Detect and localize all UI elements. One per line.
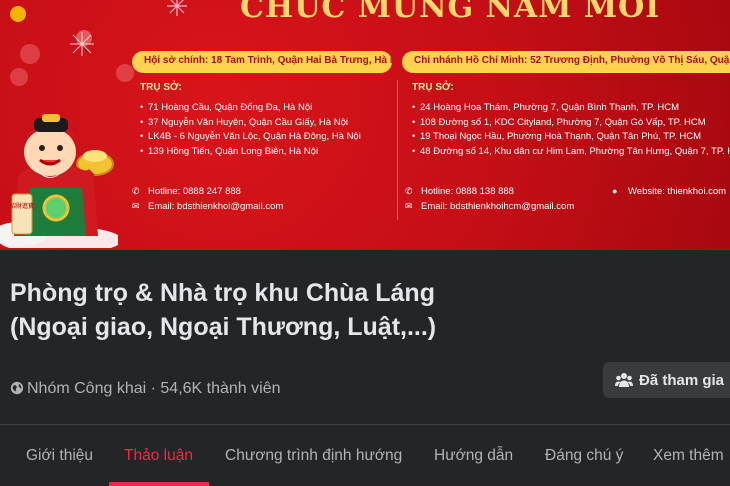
hcm-hotline: ✆ Hotline: 0888 138 888 bbox=[405, 186, 514, 197]
tab-guides-program[interactable]: Chương trình định hướng bbox=[225, 447, 402, 465]
active-tab-indicator bbox=[109, 482, 209, 486]
office-address: 19 Thoại Ngọc Hầu, Phường Hoà Thạnh, Quậ… bbox=[412, 130, 730, 145]
office-address: 139 Hồng Tiến, Quận Long Biên, Hà Nội bbox=[140, 145, 390, 160]
email-text: Email: bdsthienkhoihcm@gmail.com bbox=[421, 201, 575, 212]
tab-discussion[interactable]: Thảo luận bbox=[124, 447, 193, 465]
group-meta: Nhóm Công khai · 54,6K thành viên bbox=[10, 380, 280, 398]
firework-icon bbox=[70, 32, 94, 56]
joined-label: Đã tham gia bbox=[639, 371, 725, 389]
office-address: 24 Hoàng Hoa Thám, Phường 7, Quận Bình T… bbox=[412, 101, 730, 116]
phone-icon: ✆ bbox=[132, 186, 140, 196]
group-tabs: Giới thiệu Thảo luận Chương trình định h… bbox=[0, 425, 730, 486]
hcm-address-pill: Chi nhánh Hồ Chí Minh: 52 Trương Định, P… bbox=[402, 51, 730, 73]
email-text: Email: bdsthienkhoi@gmail.com bbox=[148, 201, 284, 212]
website-text: Website: thienkhoi.com bbox=[628, 186, 727, 197]
hotline-text: Hotline: 0888 138 888 bbox=[421, 186, 514, 197]
office-address: 71 Hoàng Cầu, Quận Đống Đa, Hà Nội bbox=[140, 101, 390, 116]
globe-icon bbox=[10, 381, 24, 395]
firework-icon bbox=[167, 0, 187, 16]
cover-greeting: CHÚC MỪNG NĂM MỚI bbox=[240, 0, 661, 25]
office-address: 37 Nguyễn Văn Huyên, Quận Cầu Giấy, Hà N… bbox=[140, 116, 390, 131]
envelope-icon: ✉ bbox=[132, 201, 140, 211]
tab-featured[interactable]: Đáng chú ý bbox=[545, 447, 623, 465]
group-name: Phòng trọ & Nhà trọ khu Chùa Láng (Ngoại… bbox=[10, 279, 437, 341]
members-icon bbox=[615, 373, 633, 387]
hcm-offices: TRỤ SỞ: 24 Hoàng Hoa Thám, Phường 7, Quậ… bbox=[412, 82, 730, 159]
office-address: LK4B - 6 Nguyễn Văn Lộc, Quận Hà Đông, H… bbox=[140, 130, 390, 145]
hcm-email: ✉ Email: bdsthienkhoihcm@gmail.com bbox=[405, 201, 574, 212]
tab-guides[interactable]: Hướng dẫn bbox=[434, 447, 513, 465]
offices-heading: TRỤ SỞ: bbox=[412, 82, 454, 93]
globe-icon: ● bbox=[612, 186, 618, 196]
office-address: 108 Đường số 1, KDC Cityland, Phường 7, … bbox=[412, 116, 730, 131]
god-of-wealth-illustration: 招財進寶 bbox=[0, 114, 118, 248]
decor-orb bbox=[116, 64, 134, 82]
joined-button[interactable]: Đã tham gia bbox=[603, 362, 730, 398]
cover-photo[interactable]: CHÚC MỪNG NĂM MỚI Hội sở chính: 18 Tam T… bbox=[0, 0, 730, 250]
deity-sign: 招財進寶 bbox=[10, 202, 34, 210]
member-count[interactable]: 54,6K thành viên bbox=[160, 380, 280, 397]
decor-orb bbox=[20, 44, 40, 64]
phone-icon: ✆ bbox=[405, 186, 413, 196]
hanoi-hotline: ✆ Hotline: 0888 247 888 bbox=[132, 186, 241, 197]
envelope-icon: ✉ bbox=[405, 201, 413, 211]
hanoi-email: ✉ Email: bdsthienkhoi@gmail.com bbox=[132, 201, 283, 212]
hq-address-pill: Hội sở chính: 18 Tam Trinh, Quận Hai Bà … bbox=[132, 51, 392, 73]
hanoi-offices: TRỤ SỞ: 71 Hoàng Cầu, Quận Đống Đa, Hà N… bbox=[140, 82, 390, 159]
offices-heading: TRỤ SỞ: bbox=[140, 82, 182, 93]
column-divider bbox=[397, 80, 398, 220]
office-address: 48 Đường số 14, Khu dân cư Him Lam, Phườ… bbox=[412, 145, 730, 160]
hotline-text: Hotline: 0888 247 888 bbox=[148, 186, 241, 197]
tab-about[interactable]: Giới thiệu bbox=[26, 447, 93, 465]
privacy-label[interactable]: Nhóm Công khai bbox=[27, 380, 146, 397]
decor-orb bbox=[10, 68, 28, 86]
website: ● Website: thienkhoi.com bbox=[612, 186, 726, 197]
decor-orb bbox=[10, 6, 26, 22]
meta-separator: · bbox=[146, 380, 161, 397]
tab-more[interactable]: Xem thêm bbox=[653, 447, 724, 465]
